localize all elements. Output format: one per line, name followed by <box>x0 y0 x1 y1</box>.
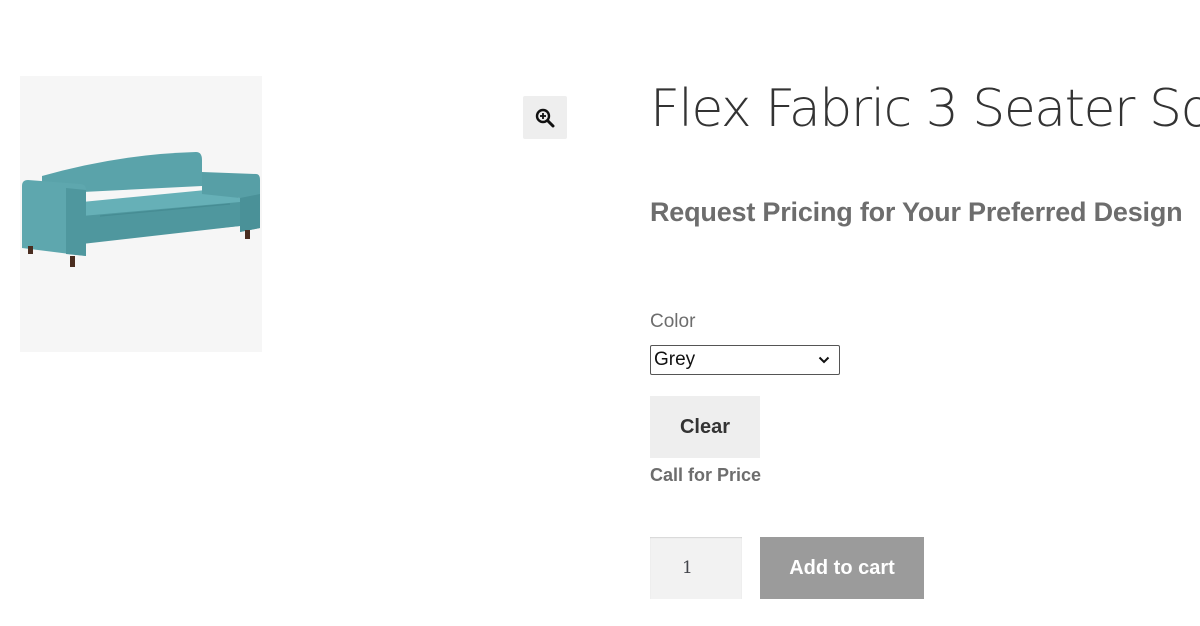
color-select[interactable]: Grey <box>650 345 840 375</box>
product-title: Flex Fabric 3 Seater Sofa <box>650 79 1200 139</box>
quantity-input[interactable]: 1 <box>650 537 742 599</box>
add-to-cart-button[interactable]: Add to cart <box>760 537 924 599</box>
product-image[interactable] <box>20 76 262 352</box>
zoom-in-icon <box>535 108 555 127</box>
zoom-button[interactable] <box>523 96 567 139</box>
color-select-value: Grey <box>654 349 696 370</box>
color-label: Color <box>650 311 696 332</box>
product-page: Flex Fabric 3 Seater Sofa Request Pricin… <box>0 0 1200 626</box>
clear-button[interactable]: Clear <box>650 396 760 458</box>
sofa-image <box>22 152 260 267</box>
pricing-subtitle: Request Pricing for Your Preferred Desig… <box>650 197 1183 227</box>
price-text: Call for Price <box>650 465 762 485</box>
chevron-down-icon <box>818 356 830 364</box>
